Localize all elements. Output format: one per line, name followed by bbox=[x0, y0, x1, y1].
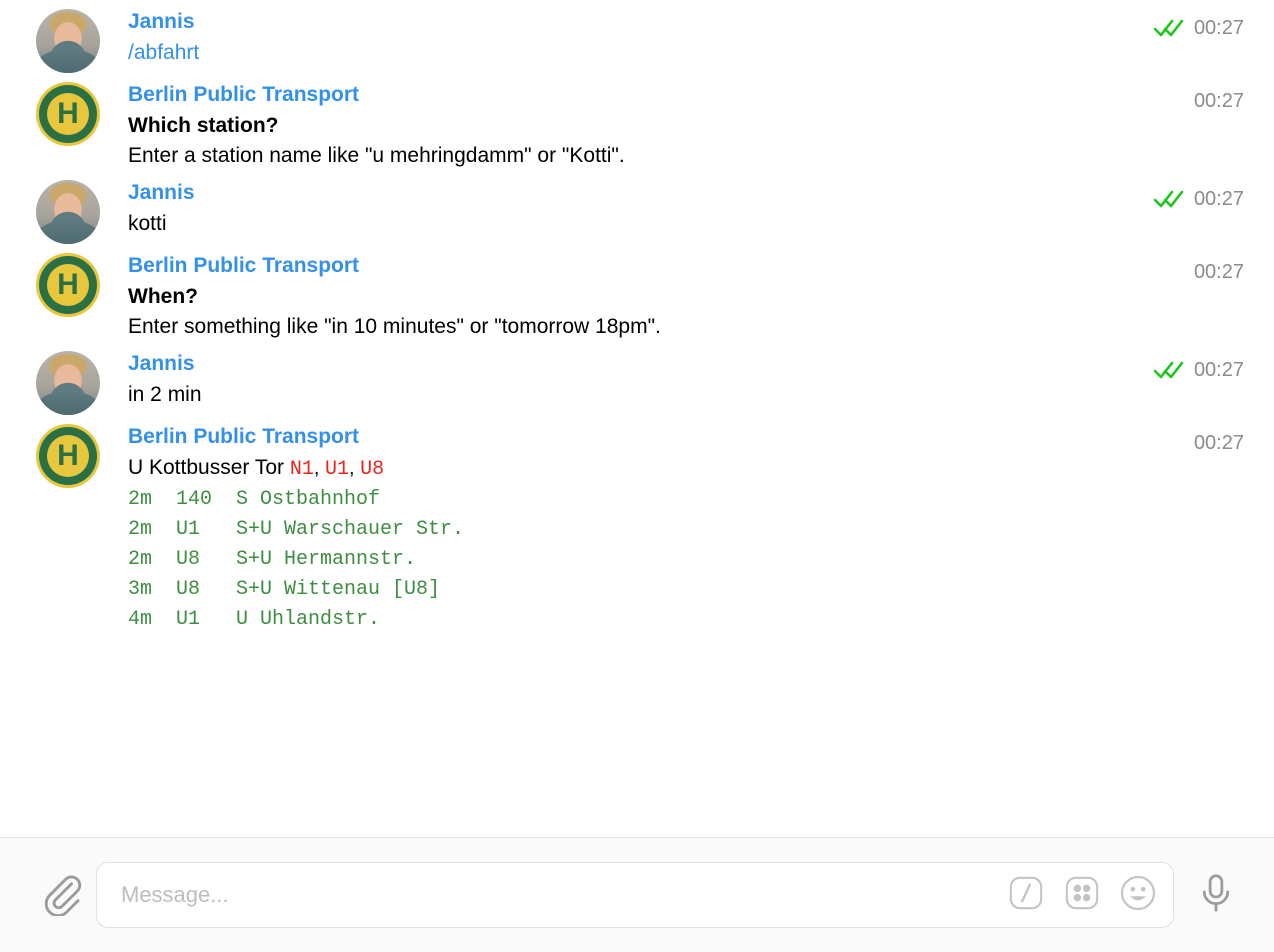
message-body: Enter something like "in 10 minutes" or … bbox=[128, 315, 661, 338]
bot-keyboard-icon bbox=[1064, 875, 1100, 916]
message-row[interactable]: Jannis kotti 00:27 bbox=[0, 171, 1274, 244]
line-code-separator: , bbox=[313, 457, 325, 479]
message-bubble: Berlin Public Transport When? Enter some… bbox=[128, 253, 1244, 342]
avatar[interactable]: H bbox=[36, 82, 100, 146]
message-bubble: Berlin Public Transport Which station? E… bbox=[128, 82, 1244, 171]
read-receipt-double-check-icon bbox=[1153, 360, 1185, 380]
message-timestamp: 00:27 bbox=[1193, 432, 1244, 454]
slash-command-button[interactable] bbox=[1005, 874, 1047, 916]
line-code: U8 bbox=[360, 458, 385, 481]
message-list[interactable]: Jannis /abfahrt 00:27 H Berlin Public Tr… bbox=[0, 0, 1274, 837]
message-row[interactable]: Jannis in 2 min 00:27 bbox=[0, 342, 1274, 415]
paperclip-icon bbox=[38, 870, 84, 921]
smiley-icon bbox=[1119, 874, 1157, 917]
station-line-badges: N1, U1, U8 bbox=[289, 457, 385, 481]
message-meta: 00:27 bbox=[1153, 187, 1244, 211]
message-meta: 00:27 bbox=[1153, 16, 1244, 40]
message-meta: 00:27 bbox=[1194, 89, 1244, 113]
message-input-container[interactable] bbox=[96, 862, 1174, 928]
message-timestamp: 00:27 bbox=[1193, 90, 1244, 112]
avatar[interactable] bbox=[36, 9, 100, 73]
message-sender[interactable]: Jannis bbox=[128, 351, 195, 377]
message-bubble: Jannis kotti bbox=[128, 180, 1244, 239]
departures-header: U Kottbusser Tor N1, U1, U8 bbox=[128, 453, 1244, 485]
photo-avatar[interactable] bbox=[36, 180, 100, 244]
line-code-separator: , bbox=[349, 457, 361, 479]
voice-record-button[interactable] bbox=[1180, 864, 1252, 926]
message-timestamp: 00:27 bbox=[1193, 188, 1244, 210]
message-sender[interactable]: Jannis bbox=[128, 9, 195, 35]
read-receipt-double-check-icon bbox=[1153, 18, 1185, 38]
message-body: Enter a station name like "u mehringdamm… bbox=[128, 144, 625, 167]
bus-stop-h-icon[interactable]: H bbox=[36, 424, 100, 488]
message-input[interactable] bbox=[119, 863, 995, 927]
photo-avatar[interactable] bbox=[36, 9, 100, 73]
message-bubble: Jannis /abfahrt bbox=[128, 9, 1244, 68]
line-code: U1 bbox=[325, 458, 350, 481]
bot-command-link[interactable]: /abfahrt bbox=[128, 38, 1244, 68]
departures-table: 2m 140 S Ostbahnhof 2m U1 S+U Warschauer… bbox=[128, 488, 465, 631]
avatar[interactable] bbox=[36, 351, 100, 415]
message-sender[interactable]: Berlin Public Transport bbox=[128, 82, 359, 108]
bus-stop-h-icon[interactable]: H bbox=[36, 253, 100, 317]
line-code: N1 bbox=[289, 458, 314, 481]
emoji-button[interactable] bbox=[1117, 874, 1159, 916]
message-title: Which station? bbox=[128, 114, 279, 137]
message-row[interactable]: H Berlin Public Transport Which station?… bbox=[0, 73, 1274, 171]
message-composer bbox=[0, 838, 1274, 952]
message-sender[interactable]: Berlin Public Transport bbox=[128, 253, 359, 279]
microphone-icon bbox=[1194, 871, 1238, 920]
message-meta: 00:27 bbox=[1153, 358, 1244, 382]
message-sender[interactable]: Berlin Public Transport bbox=[128, 424, 359, 450]
message-row[interactable]: H Berlin Public Transport When? Enter so… bbox=[0, 244, 1274, 342]
message-meta: 00:27 bbox=[1194, 431, 1244, 455]
message-timestamp: 00:27 bbox=[1193, 261, 1244, 283]
attach-button[interactable] bbox=[30, 864, 92, 926]
telegram-chat-window: Jannis /abfahrt 00:27 H Berlin Public Tr… bbox=[0, 0, 1274, 952]
composer-icons bbox=[995, 874, 1159, 916]
sign-letter-h: H bbox=[57, 97, 79, 130]
sign-letter-h: H bbox=[57, 268, 79, 301]
message-row[interactable]: H Berlin Public Transport U Kottbusser T… bbox=[0, 415, 1274, 635]
read-receipt-double-check-icon bbox=[1153, 189, 1185, 209]
station-name: U Kottbusser Tor bbox=[128, 456, 285, 479]
message-timestamp: 00:27 bbox=[1193, 359, 1244, 381]
message-timestamp: 00:27 bbox=[1193, 17, 1244, 39]
photo-avatar[interactable] bbox=[36, 351, 100, 415]
message-meta: 00:27 bbox=[1194, 260, 1244, 284]
bot-keyboard-button[interactable] bbox=[1061, 874, 1103, 916]
message-body: kotti bbox=[128, 212, 167, 235]
message-bubble: Jannis in 2 min bbox=[128, 351, 1244, 410]
message-title: When? bbox=[128, 285, 198, 308]
bus-stop-h-icon[interactable]: H bbox=[36, 82, 100, 146]
avatar[interactable]: H bbox=[36, 253, 100, 317]
message-row[interactable]: Jannis /abfahrt 00:27 bbox=[0, 0, 1274, 73]
message-bubble: Berlin Public Transport U Kottbusser Tor… bbox=[128, 424, 1244, 635]
message-body: in 2 min bbox=[128, 383, 202, 406]
avatar[interactable]: H bbox=[36, 424, 100, 488]
sign-letter-h: H bbox=[57, 439, 79, 472]
avatar[interactable] bbox=[36, 180, 100, 244]
message-sender[interactable]: Jannis bbox=[128, 180, 195, 206]
slash-command-icon bbox=[1008, 875, 1044, 916]
